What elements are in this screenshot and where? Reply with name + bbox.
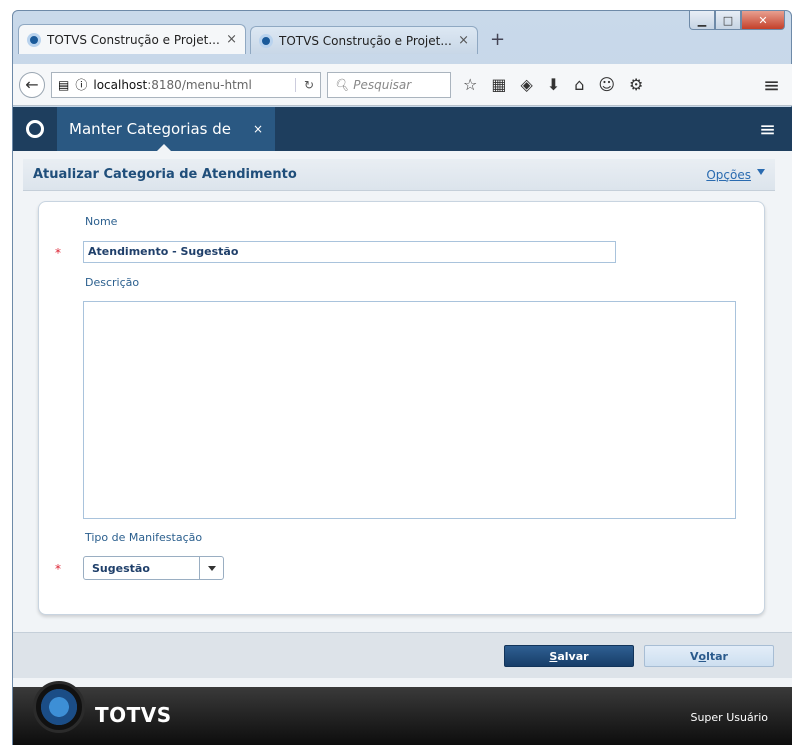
minimize-icon[interactable]: ▁ [689, 11, 715, 30]
required-marker: * [55, 246, 61, 260]
bookmarks-list-icon[interactable]: ▦ [491, 75, 506, 94]
emoji-icon[interactable]: ☺ [598, 75, 615, 94]
tab-title: TOTVS Construção e Projet... [47, 32, 220, 47]
app-logo-icon[interactable] [13, 107, 57, 151]
app-menu-icon[interactable]: ≡ [759, 117, 792, 141]
back-label-first: V [690, 649, 699, 663]
app-tab-label: Manter Categorias de [69, 120, 232, 138]
bookmark-star-icon[interactable]: ☆ [463, 75, 477, 94]
save-button[interactable]: Salvar [504, 645, 634, 667]
tab-close-icon[interactable]: × [226, 32, 237, 47]
browser-tab-1[interactable]: TOTVS Construção e Projet... × [18, 24, 246, 54]
save-accesskey: S [549, 649, 558, 663]
options-link[interactable]: Opções [706, 168, 765, 182]
search-input[interactable]: 🔍︎ Pesquisar [327, 71, 451, 98]
download-icon[interactable]: ⬇ [547, 75, 560, 94]
navigation-toolbar: ← ▤ ⓘ localhost:8180/menu-html ↻ 🔍︎ Pesq… [13, 64, 792, 106]
new-tab-button[interactable]: + [490, 29, 505, 54]
url-bar[interactable]: ▤ ⓘ localhost:8180/menu-html ↻ [51, 71, 321, 98]
current-user[interactable]: Super Usuário [690, 711, 768, 724]
home-icon[interactable]: ⌂ [574, 75, 584, 94]
toolbar-icons: ☆ ▦ ◈ ⬇ ⌂ ☺ ⚙ [463, 75, 643, 94]
options-label: Opções [706, 167, 751, 182]
app-tab-close-icon[interactable]: × [253, 122, 263, 136]
footer: TOTVS Super Usuário [13, 681, 792, 745]
back-arrow-icon[interactable]: ← [19, 71, 45, 98]
info-icon[interactable]: ⓘ [75, 76, 87, 93]
browser-tab-2[interactable]: TOTVS Construção e Projet... × [250, 26, 478, 54]
search-icon: 🔍︎ [334, 77, 350, 92]
url-host: localhost [93, 77, 148, 92]
save-label-rest: alvar [557, 649, 589, 663]
reload-icon[interactable]: ↻ [294, 77, 314, 92]
tab-title: TOTVS Construção e Projet... [279, 33, 452, 48]
totvs-logo-icon [33, 681, 85, 733]
browser-tabs: TOTVS Construção e Projet... × TOTVS Con… [18, 24, 505, 54]
window-controls: ▁ □ ✕ [689, 11, 785, 31]
tab-close-icon[interactable]: × [458, 33, 469, 48]
main-content: Atualizar Categoria de Atendimento Opçõe… [13, 151, 792, 687]
back-label-rest: ltar [706, 649, 728, 663]
button-bar: Salvar Vo ltar [13, 632, 792, 678]
app-header: Manter Categorias de × ≡ [13, 107, 792, 151]
chevron-down-icon[interactable] [199, 557, 223, 579]
required-marker: * [55, 562, 61, 576]
description-field[interactable] [83, 301, 736, 519]
form-card: Nome * Atendimento - Sugestão Descrição … [38, 201, 765, 615]
totvs-favicon-icon [27, 32, 41, 47]
totvs-favicon-icon [259, 33, 273, 48]
close-window-icon[interactable]: ✕ [741, 11, 785, 30]
description-label: Descrição [85, 276, 140, 289]
back-button[interactable]: Vo ltar [644, 645, 774, 667]
app-tab-manter-categorias[interactable]: Manter Categorias de × [57, 107, 275, 151]
type-select-value: Sugestão [92, 561, 150, 575]
pocket-icon[interactable]: ◈ [520, 75, 532, 94]
back-accesskey: o [698, 649, 707, 663]
maximize-icon[interactable]: □ [715, 11, 741, 30]
caret-down-icon [757, 168, 765, 175]
name-field[interactable]: Atendimento - Sugestão [83, 241, 616, 263]
type-label: Tipo de Manifestação [85, 531, 203, 544]
panel-header: Atualizar Categoria de Atendimento Opçõe… [23, 159, 775, 191]
search-placeholder: Pesquisar [353, 77, 412, 92]
page-title: Atualizar Categoria de Atendimento [33, 167, 297, 182]
type-select[interactable]: Sugestão [83, 556, 224, 580]
name-label: Nome [85, 215, 118, 228]
reader-icon[interactable]: ▤ [58, 78, 69, 92]
browser-menu-icon[interactable]: ≡ [763, 73, 786, 97]
url-path: :8180/menu-html [147, 77, 252, 92]
addon-icon[interactable]: ⚙ [629, 75, 643, 94]
footer-brand: TOTVS [95, 703, 172, 727]
